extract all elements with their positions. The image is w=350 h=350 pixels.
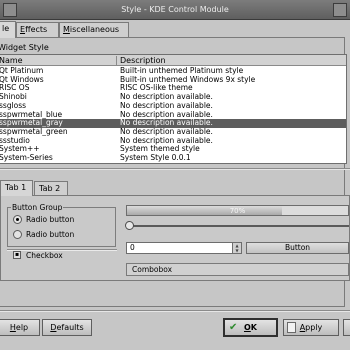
- radio-button-2[interactable]: [13, 230, 22, 239]
- defaults-button[interactable]: Defaults: [42, 319, 92, 336]
- checkmark-icon: ✔: [229, 322, 238, 333]
- combobox-label: Combobox: [132, 265, 173, 274]
- column-header-name[interactable]: Name: [0, 56, 117, 66]
- button-group-title: Button Group: [11, 203, 64, 212]
- tab-style-label: le: [2, 24, 10, 33]
- spin-arrows-icon[interactable]: ▲ ▼: [232, 242, 242, 254]
- combobox[interactable]: Combobox: [126, 263, 349, 276]
- list-row-description: System Style 0.0.1: [120, 153, 191, 162]
- title-bar: Style - KDE Control Module: [0, 0, 350, 20]
- ok-label: K: [250, 323, 257, 332]
- preview-tab-2-label: Tab 2: [39, 184, 61, 193]
- list-row-name: Shinobi: [0, 93, 27, 102]
- tab-misc-label: iscellaneous: [69, 25, 120, 34]
- list-row-name: ssstudio: [0, 136, 30, 145]
- list-row-name: System++: [0, 145, 40, 154]
- apply-label: pply: [305, 323, 323, 332]
- preview-button[interactable]: Button: [246, 242, 349, 254]
- slider-handle[interactable]: [125, 221, 134, 230]
- apply-document-icon: [287, 322, 296, 333]
- list-row-name: Qt Windows: [0, 75, 44, 84]
- defaults-label: efaults: [56, 323, 84, 332]
- separator: [0, 168, 350, 170]
- ok-button[interactable]: ✔ OK: [223, 318, 278, 337]
- help-button[interactable]: Help: [0, 319, 40, 336]
- progress-bar: 70%: [126, 205, 349, 216]
- list-row-name: Qt Platinum: [0, 67, 44, 75]
- preview-tab-2[interactable]: Tab 2: [34, 181, 68, 195]
- style-list[interactable]: Name Description Qt Platinum Built-in unt…: [0, 54, 347, 164]
- tab-effects-label: ffects: [25, 25, 48, 34]
- bottom-separator: [0, 310, 350, 312]
- tab-miscellaneous[interactable]: Miscellaneous: [59, 22, 129, 37]
- checkbox-label: Checkbox: [26, 251, 63, 260]
- preview-button-label: Button: [284, 243, 311, 252]
- help-label: elp: [15, 323, 29, 332]
- ok-mnemonic: O: [243, 323, 251, 332]
- apply-button[interactable]: Apply: [283, 319, 339, 336]
- list-row-name: System-Series: [0, 154, 53, 162]
- radio-button-1[interactable]: [13, 215, 22, 224]
- list-row[interactable]: ssgloss No description available.: [0, 100, 346, 110]
- checkbox[interactable]: ▪: [13, 251, 21, 259]
- radio-button-1-label: Radio button: [26, 215, 75, 224]
- cancel-button[interactable]: [343, 319, 350, 336]
- slider-track[interactable]: [131, 225, 349, 227]
- list-row-name: ssgloss: [0, 101, 27, 110]
- widget-style-group-label: Widget Style: [0, 43, 49, 52]
- list-row-name: sspwrmetal_blue: [0, 110, 63, 119]
- list-row[interactable]: System-Series System Style 0.0.1: [0, 153, 346, 162]
- spin-box[interactable]: 0: [126, 242, 242, 254]
- tab-misc-mnemonic: M: [63, 25, 70, 34]
- preview-tab-1-label: Tab 1: [5, 183, 27, 192]
- list-row-name: sspwrmetal_green: [0, 127, 68, 136]
- list-row-description: No description available.: [120, 100, 213, 110]
- progress-text: 70%: [229, 207, 246, 215]
- spin-box-value: 0: [130, 243, 135, 252]
- tab-style[interactable]: le: [0, 21, 16, 38]
- column-header-description[interactable]: Description: [120, 56, 166, 65]
- list-row-name: RISC OS: [0, 84, 30, 93]
- list-header: Name Description: [0, 55, 346, 66]
- radio-button-2-label: Radio button: [26, 230, 75, 239]
- button-group-box: [7, 207, 116, 247]
- window-close-icon[interactable]: [333, 3, 347, 17]
- tab-effects[interactable]: Effects: [16, 22, 59, 37]
- preview-tab-1[interactable]: Tab 1: [0, 180, 33, 196]
- list-row-name: sspwrmetal_gray: [0, 119, 63, 128]
- window-title: Style - KDE Control Module: [121, 5, 229, 14]
